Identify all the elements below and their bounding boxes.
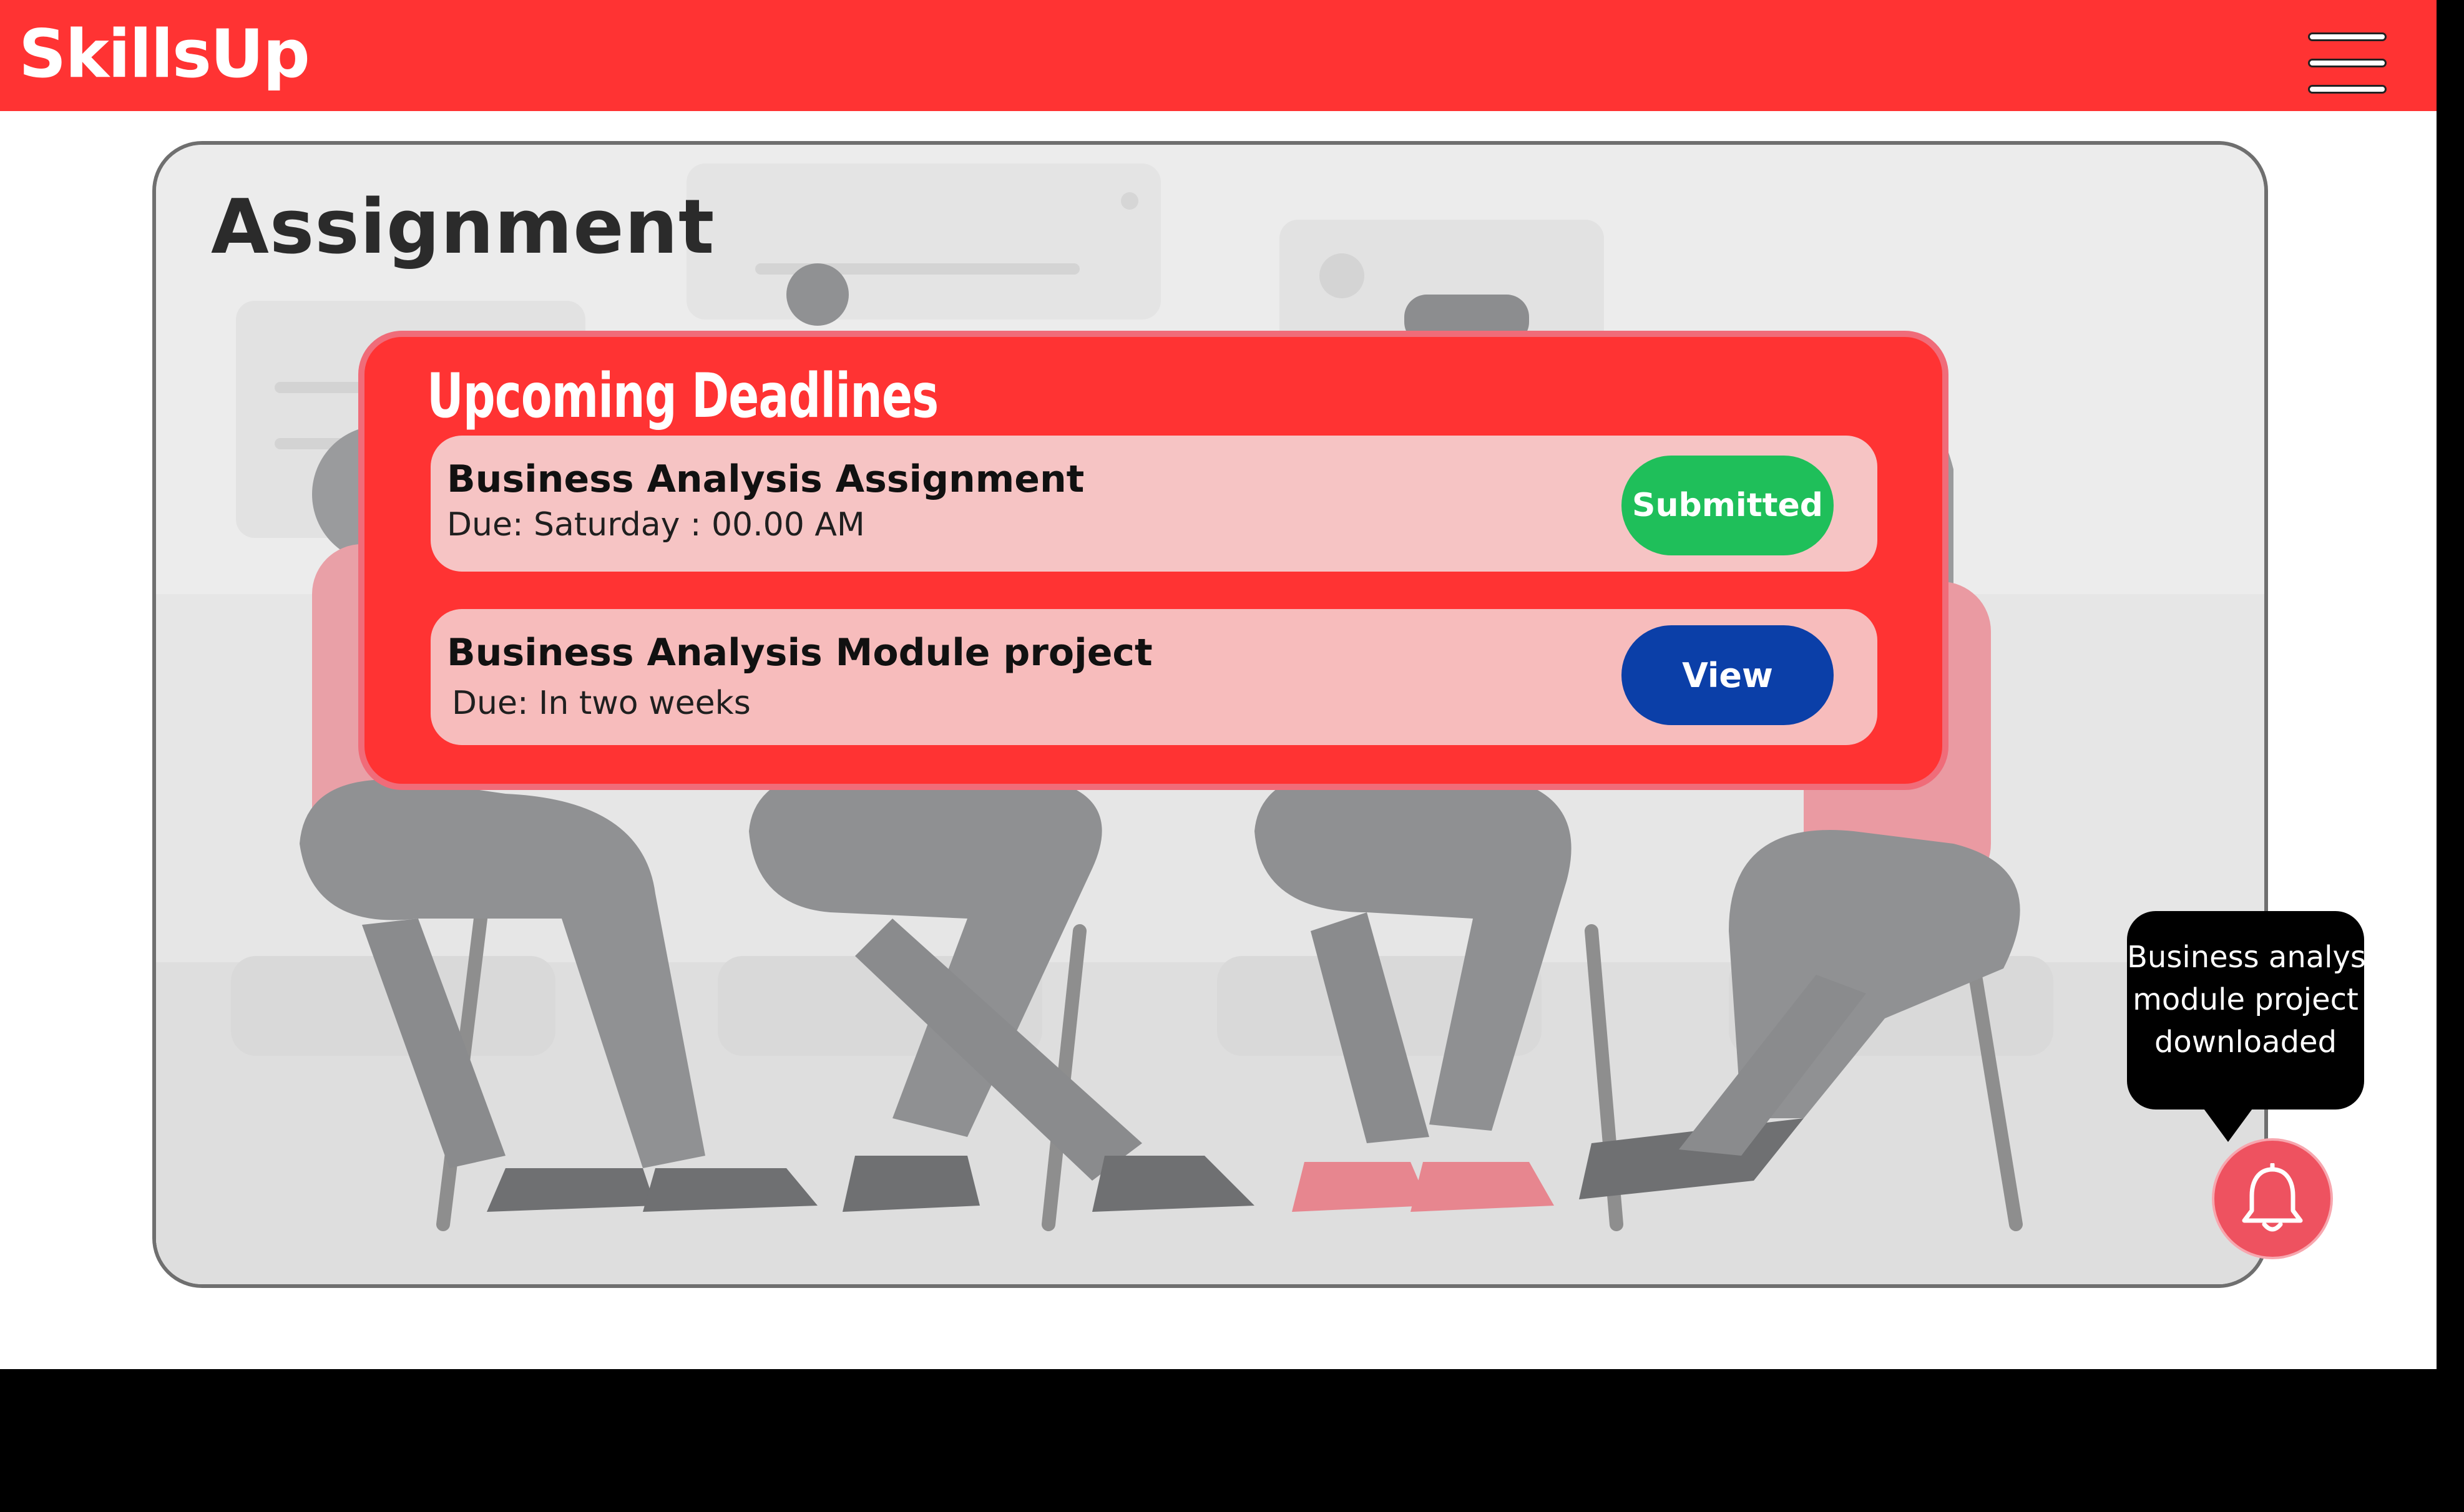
bell-icon	[2242, 1163, 2303, 1232]
upcoming-deadlines-panel: Upcoming Deadlines Business Analysis Ass…	[358, 331, 1948, 790]
deadlines-heading: Upcoming Deadlines	[427, 361, 939, 432]
submitted-button[interactable]: Submitted	[1621, 456, 1834, 555]
deadline-due-date: Due: In two weeks	[452, 685, 751, 722]
hamburger-menu-icon[interactable]	[2308, 32, 2387, 94]
deadline-title: Business Analysis Assignment	[447, 457, 1085, 501]
deadline-due-date: Due: Saturday : 00.00 AM	[447, 506, 865, 544]
tooltip-line: downloaded	[2154, 1025, 2337, 1060]
menu-line	[2308, 32, 2387, 41]
top-bar: SkillsUp	[0, 0, 2437, 111]
view-button[interactable]: View	[1621, 625, 1834, 725]
menu-line	[2308, 59, 2387, 67]
notification-bell-button[interactable]	[2212, 1138, 2333, 1259]
deadline-item[interactable]: Business Analysis Assignment Due: Saturd…	[431, 436, 1877, 572]
deadline-title: Business Analysis Module project	[447, 631, 1153, 675]
tooltip-line: module project	[2133, 982, 2359, 1017]
tooltip-line: Business analysis	[2127, 940, 2390, 975]
menu-line	[2308, 85, 2387, 94]
app-screen: SkillsUp Assignment Upcoming Deadlines B…	[0, 0, 2437, 1369]
page-title: Assignment	[211, 184, 715, 271]
brand-logo[interactable]: SkillsUp	[19, 14, 310, 95]
deadline-item[interactable]: Business Analysis Module project Due: In…	[431, 609, 1877, 745]
notification-tooltip: Business analysis module project downloa…	[2127, 911, 2390, 1110]
tooltip-pointer	[2201, 1105, 2256, 1142]
